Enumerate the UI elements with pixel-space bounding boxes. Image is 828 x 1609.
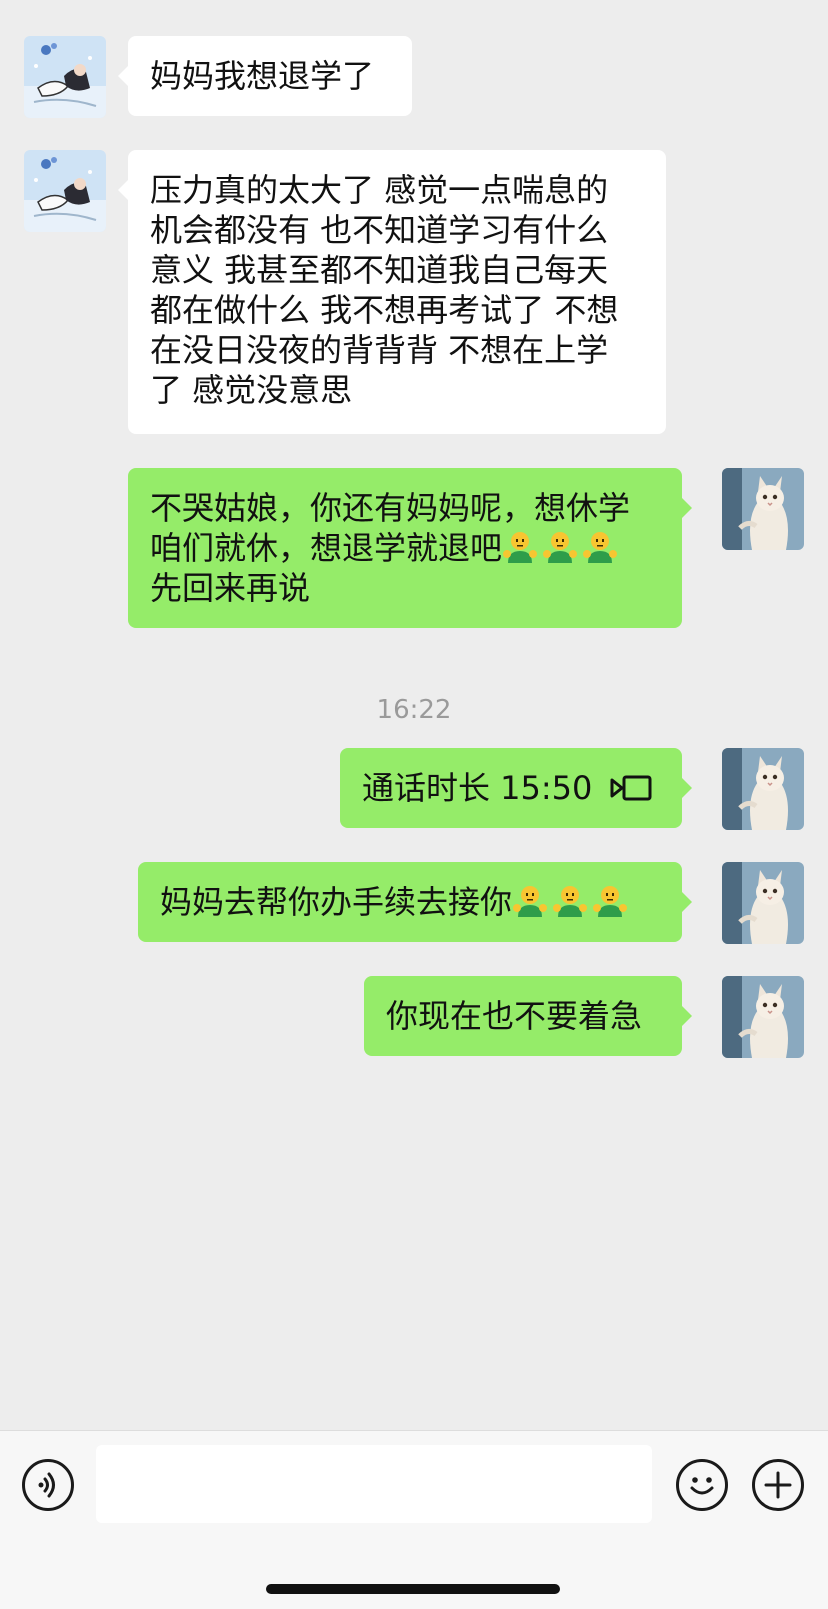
- message-bubble[interactable]: 妈妈我想退学了: [118, 36, 412, 116]
- message-text-line: 先回来再说: [150, 569, 311, 607]
- message-text-line: 不哭姑娘，你还有妈妈呢，想休学: [150, 489, 631, 527]
- chat-area: 妈妈我想退学了 压力真的太大了 感觉一点喘息的 机会都没有 也不知道学习有什么 …: [0, 0, 828, 1430]
- shrugging-emoji-icon: [512, 883, 548, 919]
- contact-avatar[interactable]: [24, 36, 106, 118]
- self-avatar[interactable]: [722, 468, 804, 550]
- video-call-icon: [610, 775, 652, 801]
- message-bubble[interactable]: 压力真的太大了 感觉一点喘息的 机会都没有 也不知道学习有什么 意义 我甚至都不…: [118, 150, 666, 434]
- message-input[interactable]: [96, 1445, 652, 1523]
- call-duration-text: 通话时长 15:50: [362, 769, 593, 807]
- emoji-icon[interactable]: [676, 1459, 728, 1511]
- voice-icon[interactable]: [22, 1459, 74, 1511]
- shrugging-emoji-icon: [592, 883, 628, 919]
- message-text: 咱们就休，想退学就退吧: [150, 529, 503, 567]
- message-text: 压力真的太大了 感觉一点喘息的 机会都没有 也不知道学习有什么 意义 我甚至都不…: [150, 171, 619, 409]
- message-bubble[interactable]: 你现在也不要着急: [364, 976, 692, 1056]
- self-avatar[interactable]: [722, 748, 804, 830]
- plus-icon[interactable]: [752, 1459, 804, 1511]
- shrugging-emoji-icon: [502, 529, 538, 565]
- message-bubble[interactable]: 妈妈去帮你办手续去接你: [138, 862, 692, 942]
- timestamp: 16:22: [376, 695, 452, 725]
- home-indicator[interactable]: [266, 1584, 560, 1594]
- message-text-line: 咱们就休，想退学就退吧: [150, 528, 660, 568]
- shrugging-emoji-icon: [552, 883, 588, 919]
- shrugging-emoji-icon: [542, 529, 578, 565]
- contact-avatar[interactable]: [24, 150, 106, 232]
- message-text: 妈妈我想退学了: [150, 57, 375, 95]
- message-text: 妈妈去帮你办手续去接你: [160, 883, 513, 921]
- call-record-bubble[interactable]: 通话时长 15:50: [340, 748, 692, 828]
- self-avatar[interactable]: [722, 976, 804, 1058]
- input-toolbar: [0, 1430, 828, 1609]
- message-bubble[interactable]: 不哭姑娘，你还有妈妈呢，想休学 咱们就休，想退学就退吧 先回来再说: [128, 468, 692, 628]
- shrugging-emoji-icon: [582, 529, 618, 565]
- self-avatar[interactable]: [722, 862, 804, 944]
- message-text: 你现在也不要着急: [386, 997, 643, 1035]
